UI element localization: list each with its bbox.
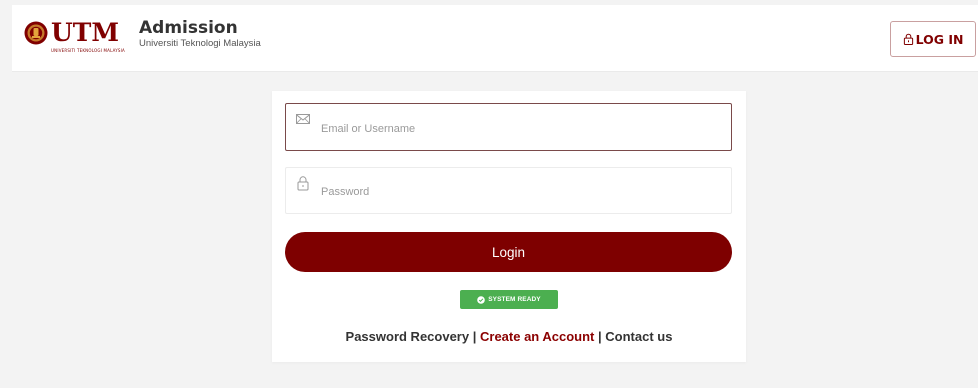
login-nav-button[interactable]: LOG IN <box>890 21 976 57</box>
status-label: SYSTEM READY <box>488 296 541 303</box>
link-separator: | <box>472 329 477 344</box>
email-input[interactable] <box>319 107 723 150</box>
status-badge: SYSTEM READY <box>460 290 558 309</box>
logo-subtext: UNIVERSITI TEKNOLOGI MALAYSIA <box>51 48 125 53</box>
login-card: Login SYSTEM READY Password Recovery | C… <box>272 91 746 362</box>
auth-links: Password Recovery | Create an Account | … <box>272 329 746 344</box>
lock-icon <box>903 33 913 45</box>
site-title: Admission <box>139 18 238 38</box>
password-recovery-link[interactable]: Password Recovery <box>346 329 470 344</box>
lock-icon <box>297 176 309 191</box>
login-nav-label: LOG IN <box>915 31 964 47</box>
password-field-wrapper <box>285 167 732 214</box>
top-navbar: UTM UNIVERSITI TEKNOLOGI MALAYSIA Admiss… <box>12 5 978 72</box>
envelope-icon <box>296 114 310 124</box>
create-account-link[interactable]: Create an Account <box>480 329 594 344</box>
logo-wordmark: UTM <box>51 18 120 47</box>
password-input[interactable] <box>319 170 723 213</box>
site-subtitle: Universiti Teknologi Malaysia <box>139 38 261 49</box>
utm-logo[interactable]: UTM UNIVERSITI TEKNOLOGI MALAYSIA <box>24 19 125 55</box>
link-separator: | <box>598 329 602 344</box>
login-submit-button[interactable]: Login <box>285 232 732 272</box>
contact-us-link[interactable]: Contact us <box>605 329 672 344</box>
site-brand: Admission Universiti Teknologi Malaysia <box>139 18 261 50</box>
check-circle-icon <box>477 295 486 304</box>
utm-seal-icon <box>24 21 48 45</box>
email-field-wrapper <box>285 103 732 151</box>
